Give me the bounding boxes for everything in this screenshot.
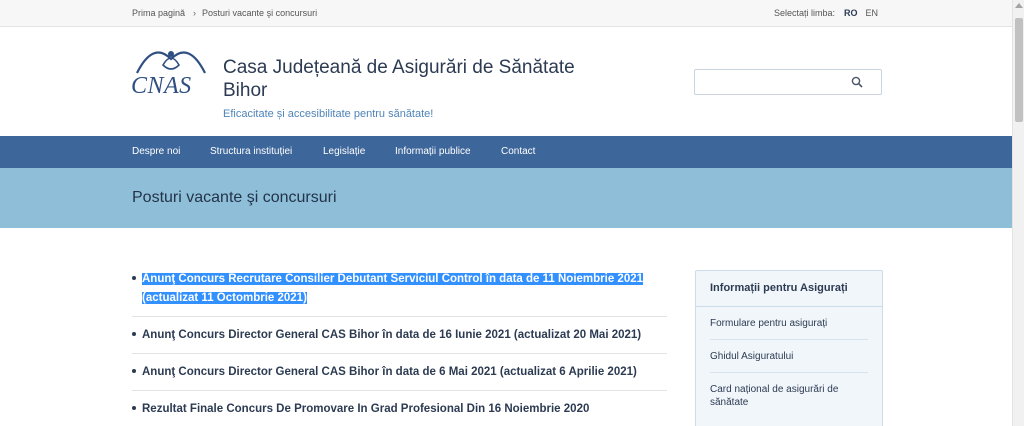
search-icon[interactable] — [851, 76, 863, 88]
nav-item-informatii-publice[interactable]: Informații publice — [395, 146, 471, 157]
language-ro-link[interactable]: RO — [844, 8, 858, 18]
list-item-link[interactable]: Anunţ Concurs Recrutare Consilier Debuta… — [142, 273, 644, 304]
nav-item-structura[interactable]: Structura instituției — [210, 146, 292, 157]
main-nav: Despre noi Structura instituției Legisla… — [0, 136, 1012, 168]
sidebar-title: Informații pentru Asigurați — [696, 271, 882, 307]
site-title[interactable]: Casa Județeană de Asigurări de Sănătate … — [223, 56, 603, 102]
page-title: Posturi vacante şi concursuri — [132, 189, 337, 206]
sidebar-item-formulare[interactable]: Formulare pentru asigurați — [710, 307, 868, 340]
list-item: Rezultat Finale Concurs De Promovare In … — [132, 399, 667, 426]
scroll-up-arrow-icon[interactable] — [1015, 3, 1023, 8]
sidebar-item-card[interactable]: Card național de asigurări de sănătate — [710, 373, 868, 418]
search-box — [694, 69, 882, 95]
list-item-link[interactable]: Rezultat Finale Concurs De Promovare In … — [142, 403, 589, 415]
job-list: Anunţ Concurs Recrutare Consilier Debuta… — [132, 269, 667, 426]
page-scrollbar[interactable] — [1012, 0, 1024, 426]
list-item: Anunţ Concurs Director General CAS Bihor… — [132, 325, 667, 354]
breadcrumb-home-link[interactable]: Prima pagină — [132, 8, 185, 18]
breadcrumb-current[interactable]: Posturi vacante şi concursuri — [202, 8, 317, 18]
nav-item-despre-noi[interactable]: Despre noi — [132, 146, 180, 157]
language-en-link[interactable]: EN — [866, 8, 879, 18]
list-item: Anunţ Concurs Director General CAS Bihor… — [132, 362, 667, 391]
breadcrumb: Prima pagină › Posturi vacante şi concur… — [132, 8, 317, 18]
language-label: Selectați limba: — [774, 8, 836, 18]
logo-text: CNAS — [131, 73, 192, 99]
nav-item-contact[interactable]: Contact — [501, 146, 535, 157]
cnas-logo[interactable]: CNAS — [131, 45, 211, 101]
list-item-link[interactable]: Anunţ Concurs Director General CAS Bihor… — [142, 329, 641, 341]
sidebar-insured-info: Informații pentru Asigurați Formulare pe… — [695, 270, 883, 426]
sidebar-item-ghid[interactable]: Ghidul Asiguratului — [710, 340, 868, 373]
scrollbar-thumb[interactable] — [1015, 18, 1023, 122]
list-item: Anunţ Concurs Recrutare Consilier Debuta… — [132, 269, 667, 317]
search-input[interactable] — [695, 70, 845, 94]
breadcrumb-separator-icon: › — [193, 8, 197, 18]
page-title-band: Posturi vacante şi concursuri — [0, 168, 1012, 228]
top-bar: Prima pagină › Posturi vacante şi concur… — [0, 0, 1012, 27]
site-slogan: Eficacitate și accesibilitate pentru săn… — [223, 108, 434, 120]
nav-item-legislatie[interactable]: Legislație — [323, 146, 365, 157]
language-selector: Selectați limba: RO EN — [774, 8, 878, 18]
list-item-link[interactable]: Anunţ Concurs Director General CAS Bihor… — [142, 366, 637, 378]
